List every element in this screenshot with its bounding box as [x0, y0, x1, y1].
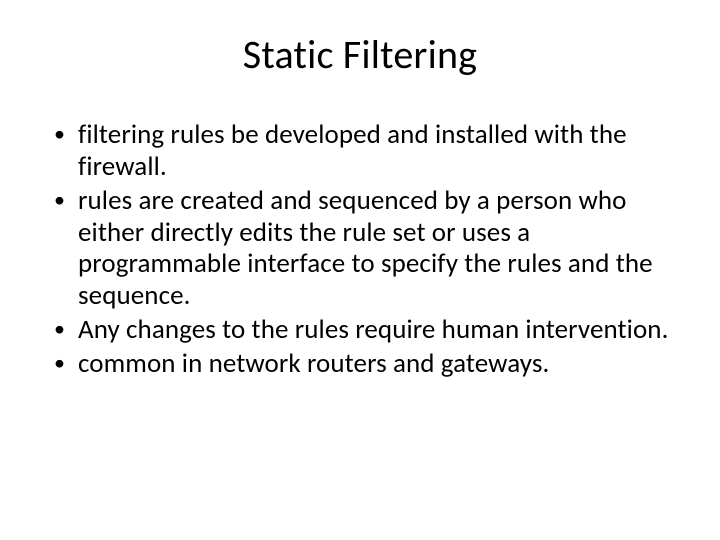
slide-title: Static Filtering — [40, 30, 680, 79]
bullet-list: filtering rules be developed and install… — [40, 119, 680, 380]
list-item: filtering rules be developed and install… — [50, 119, 670, 183]
list-item: rules are created and sequenced by a per… — [50, 185, 670, 312]
list-item: common in network routers and gateways. — [50, 348, 670, 380]
slide: Static Filtering filtering rules be deve… — [0, 0, 720, 540]
list-item: Any changes to the rules require human i… — [50, 314, 670, 346]
